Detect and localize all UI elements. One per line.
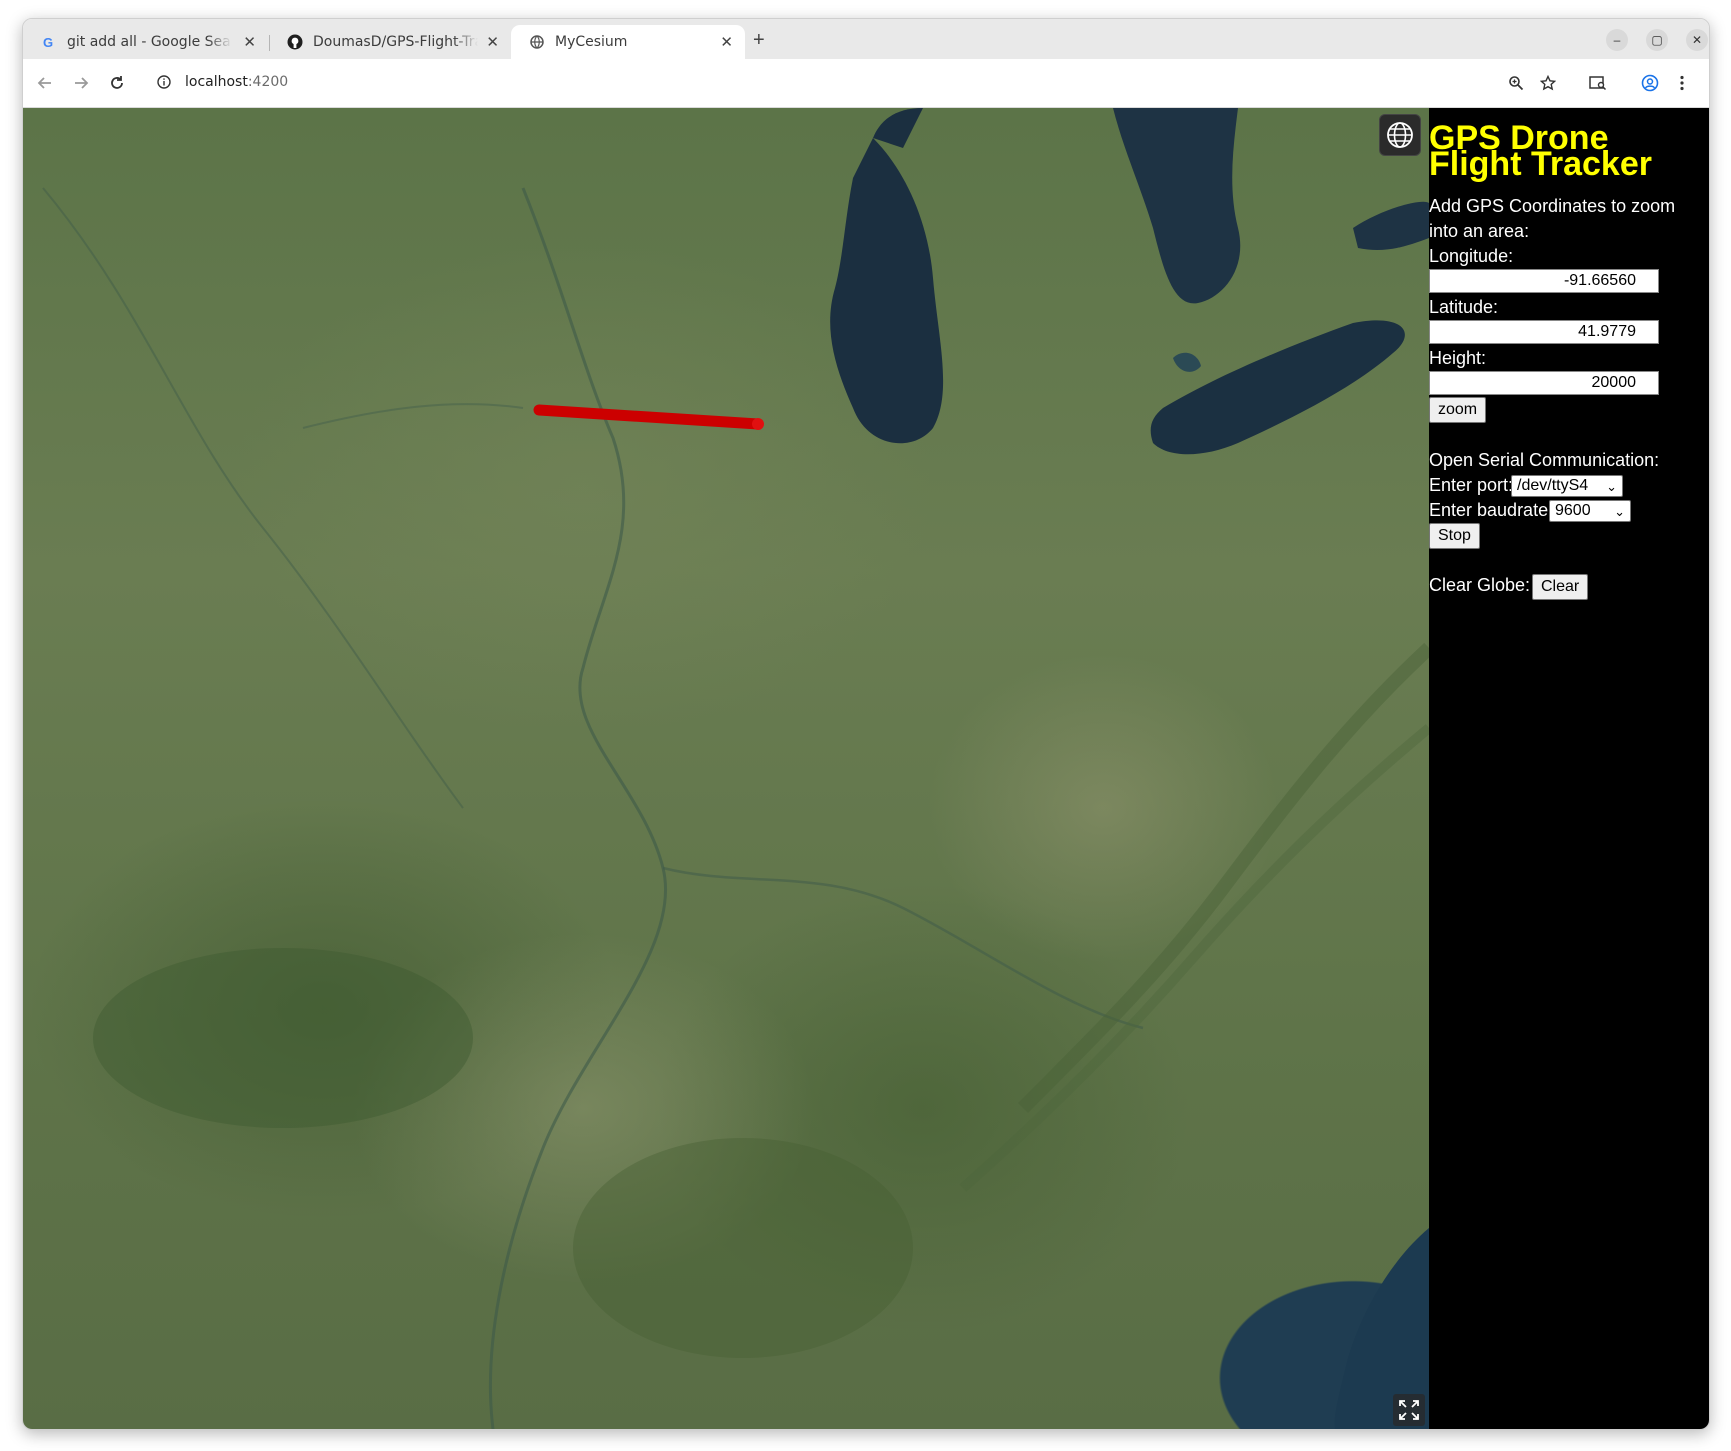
tab-strip: G git add all - Google Search ✕ DoumasD/…: [23, 19, 1709, 59]
profile-icon[interactable]: [1640, 73, 1660, 93]
bookmark-star-icon[interactable]: [1538, 73, 1558, 93]
close-icon[interactable]: ✕: [486, 34, 499, 50]
port-select-value: /dev/ttyS4: [1517, 477, 1589, 494]
zoom-icon[interactable]: [1506, 73, 1526, 93]
base-layer-picker-button[interactable]: [1379, 114, 1421, 156]
minimize-icon[interactable]: –: [1606, 29, 1628, 51]
close-icon[interactable]: ✕: [243, 34, 256, 50]
forward-icon[interactable]: [71, 73, 91, 93]
tab-github[interactable]: DoumasD/GPS-Flight-Tracker ✕: [269, 25, 511, 59]
baudrate-select-value: 9600: [1555, 502, 1591, 519]
browser-toolbar: localhost:4200: [23, 59, 1709, 108]
tab-title: MyCesium: [555, 34, 628, 50]
port-label: Enter port:: [1429, 475, 1514, 495]
port-select[interactable]: /dev/ttyS4 ⌄: [1511, 475, 1623, 497]
flight-path-endpoint: [752, 418, 764, 430]
height-input[interactable]: 20000: [1429, 371, 1659, 395]
globe-icon: [529, 34, 545, 50]
github-icon: [287, 34, 303, 50]
serial-label: Open Serial Communication:: [1429, 450, 1660, 470]
fullscreen-icon: [1399, 1400, 1419, 1420]
baudrate-label: Enter baudrate:: [1429, 500, 1554, 520]
google-icon: G: [41, 34, 57, 50]
longitude-input[interactable]: -91.66560: [1429, 269, 1659, 293]
url-text: localhost:4200: [185, 74, 289, 90]
longitude-label: Longitude:: [1429, 246, 1514, 266]
svg-text:G: G: [43, 35, 53, 49]
chevron-down-icon: ⌄: [1614, 504, 1625, 519]
back-icon[interactable]: [35, 73, 55, 93]
page-content: GPS Drone Flight Tracker Add GPS Coordin…: [23, 108, 1709, 1429]
menu-kebab-icon[interactable]: [1672, 73, 1692, 93]
tab-title: DoumasD/GPS-Flight-Tracker: [313, 34, 478, 50]
close-window-icon[interactable]: ✕: [1686, 29, 1708, 51]
close-icon[interactable]: ✕: [720, 34, 733, 50]
flight-path-track: [533, 404, 764, 430]
latitude-label: Latitude:: [1429, 297, 1499, 317]
address-bar[interactable]: localhost:4200: [141, 65, 1397, 99]
reload-icon[interactable]: [107, 73, 127, 93]
chevron-down-icon: ⌄: [1606, 479, 1617, 494]
tab-search-icon[interactable]: [1588, 73, 1608, 93]
globe-icon: [1387, 122, 1413, 148]
new-tab-icon[interactable]: +: [753, 30, 765, 50]
browser-window: G git add all - Google Search ✕ DoumasD/…: [22, 18, 1710, 1430]
fullscreen-button[interactable]: [1393, 1394, 1425, 1426]
control-panel: GPS Drone Flight Tracker Add GPS Coordin…: [1429, 108, 1709, 1429]
clear-globe-label: Clear Globe:: [1429, 575, 1531, 595]
cesium-globe-viewer[interactable]: [23, 108, 1429, 1429]
tab-google-search[interactable]: G git add all - Google Search ✕: [23, 25, 268, 59]
latitude-input[interactable]: 41.9779: [1429, 320, 1659, 344]
site-info-icon[interactable]: [157, 75, 171, 89]
flight-path-line: [533, 404, 764, 430]
maximize-icon[interactable]: ▢: [1646, 29, 1668, 51]
zoom-button[interactable]: zoom: [1429, 397, 1487, 423]
stop-button[interactable]: Stop: [1429, 523, 1480, 549]
tab-title: git add all - Google Search: [67, 34, 232, 50]
page-title: GPS Drone Flight Tracker: [1429, 119, 1652, 183]
tab-mycesium[interactable]: MyCesium ✕: [511, 25, 745, 59]
height-label: Height:: [1429, 348, 1487, 368]
intro-text: Add GPS Coordinates to zoom into an area…: [1429, 196, 1676, 241]
baudrate-select[interactable]: 9600 ⌄: [1549, 500, 1631, 522]
clear-button[interactable]: Clear: [1532, 574, 1589, 600]
